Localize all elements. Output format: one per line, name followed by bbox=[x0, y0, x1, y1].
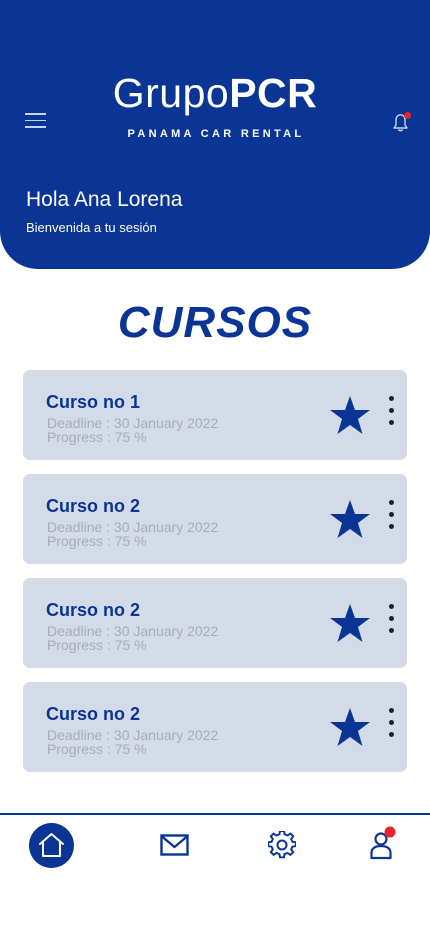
course-progress: Progress : 75 % bbox=[47, 637, 147, 653]
star-icon[interactable] bbox=[329, 603, 371, 643]
logo-light-text: Grupo bbox=[112, 70, 230, 116]
home-icon bbox=[39, 833, 64, 857]
course-title: Curso no 2 bbox=[46, 600, 141, 620]
more-options-icon[interactable] bbox=[383, 500, 399, 538]
course-title: Curso no 1 bbox=[46, 392, 141, 412]
course-progress: Progress : 75 % bbox=[47, 533, 147, 549]
app-header: GrupoPCR PANAMA CAR RENTAL Hola Ana Lore… bbox=[0, 0, 430, 269]
bottom-nav-divider bbox=[0, 813, 430, 815]
logo-tagline: PANAMA CAR RENTAL bbox=[127, 128, 305, 140]
user-notification-dot bbox=[384, 826, 396, 838]
gear-icon[interactable] bbox=[268, 831, 296, 859]
course-title: Curso no 2 bbox=[46, 496, 141, 516]
brand-logo: GrupoPCR PANAMA CAR RENTAL bbox=[0, 70, 430, 140]
logo-bold-text: PCR bbox=[229, 70, 318, 116]
course-card[interactable]: Curso no 2 Deadline : 30 January 2022 Pr… bbox=[23, 474, 407, 564]
more-options-icon[interactable] bbox=[383, 708, 399, 746]
user-icon[interactable] bbox=[369, 826, 397, 860]
star-icon[interactable] bbox=[329, 395, 371, 435]
course-card[interactable]: Curso no 2 Deadline : 30 January 2022 Pr… bbox=[23, 682, 407, 772]
course-title: Curso no 2 bbox=[46, 704, 141, 724]
logo-wordmark: GrupoPCR bbox=[0, 70, 430, 116]
course-progress: Progress : 75 % bbox=[47, 741, 147, 757]
mail-icon[interactable] bbox=[160, 834, 189, 856]
more-options-icon[interactable] bbox=[383, 396, 399, 434]
welcome-text: Bienvenida a tu sesión bbox=[26, 220, 157, 235]
course-card[interactable]: Curso no 2 Deadline : 30 January 2022 Pr… bbox=[23, 578, 407, 668]
more-options-icon[interactable] bbox=[383, 604, 399, 642]
course-card[interactable]: Curso no 1 Deadline : 30 January 2022 Pr… bbox=[23, 370, 407, 460]
nav-home-button[interactable] bbox=[29, 823, 74, 868]
bell-icon[interactable] bbox=[390, 111, 412, 133]
star-icon[interactable] bbox=[329, 499, 371, 539]
notification-dot bbox=[404, 112, 411, 119]
page-title: CURSOS bbox=[117, 298, 313, 347]
star-icon[interactable] bbox=[329, 707, 371, 747]
greeting-text: Hola Ana Lorena bbox=[26, 188, 183, 211]
course-progress: Progress : 75 % bbox=[47, 429, 147, 445]
